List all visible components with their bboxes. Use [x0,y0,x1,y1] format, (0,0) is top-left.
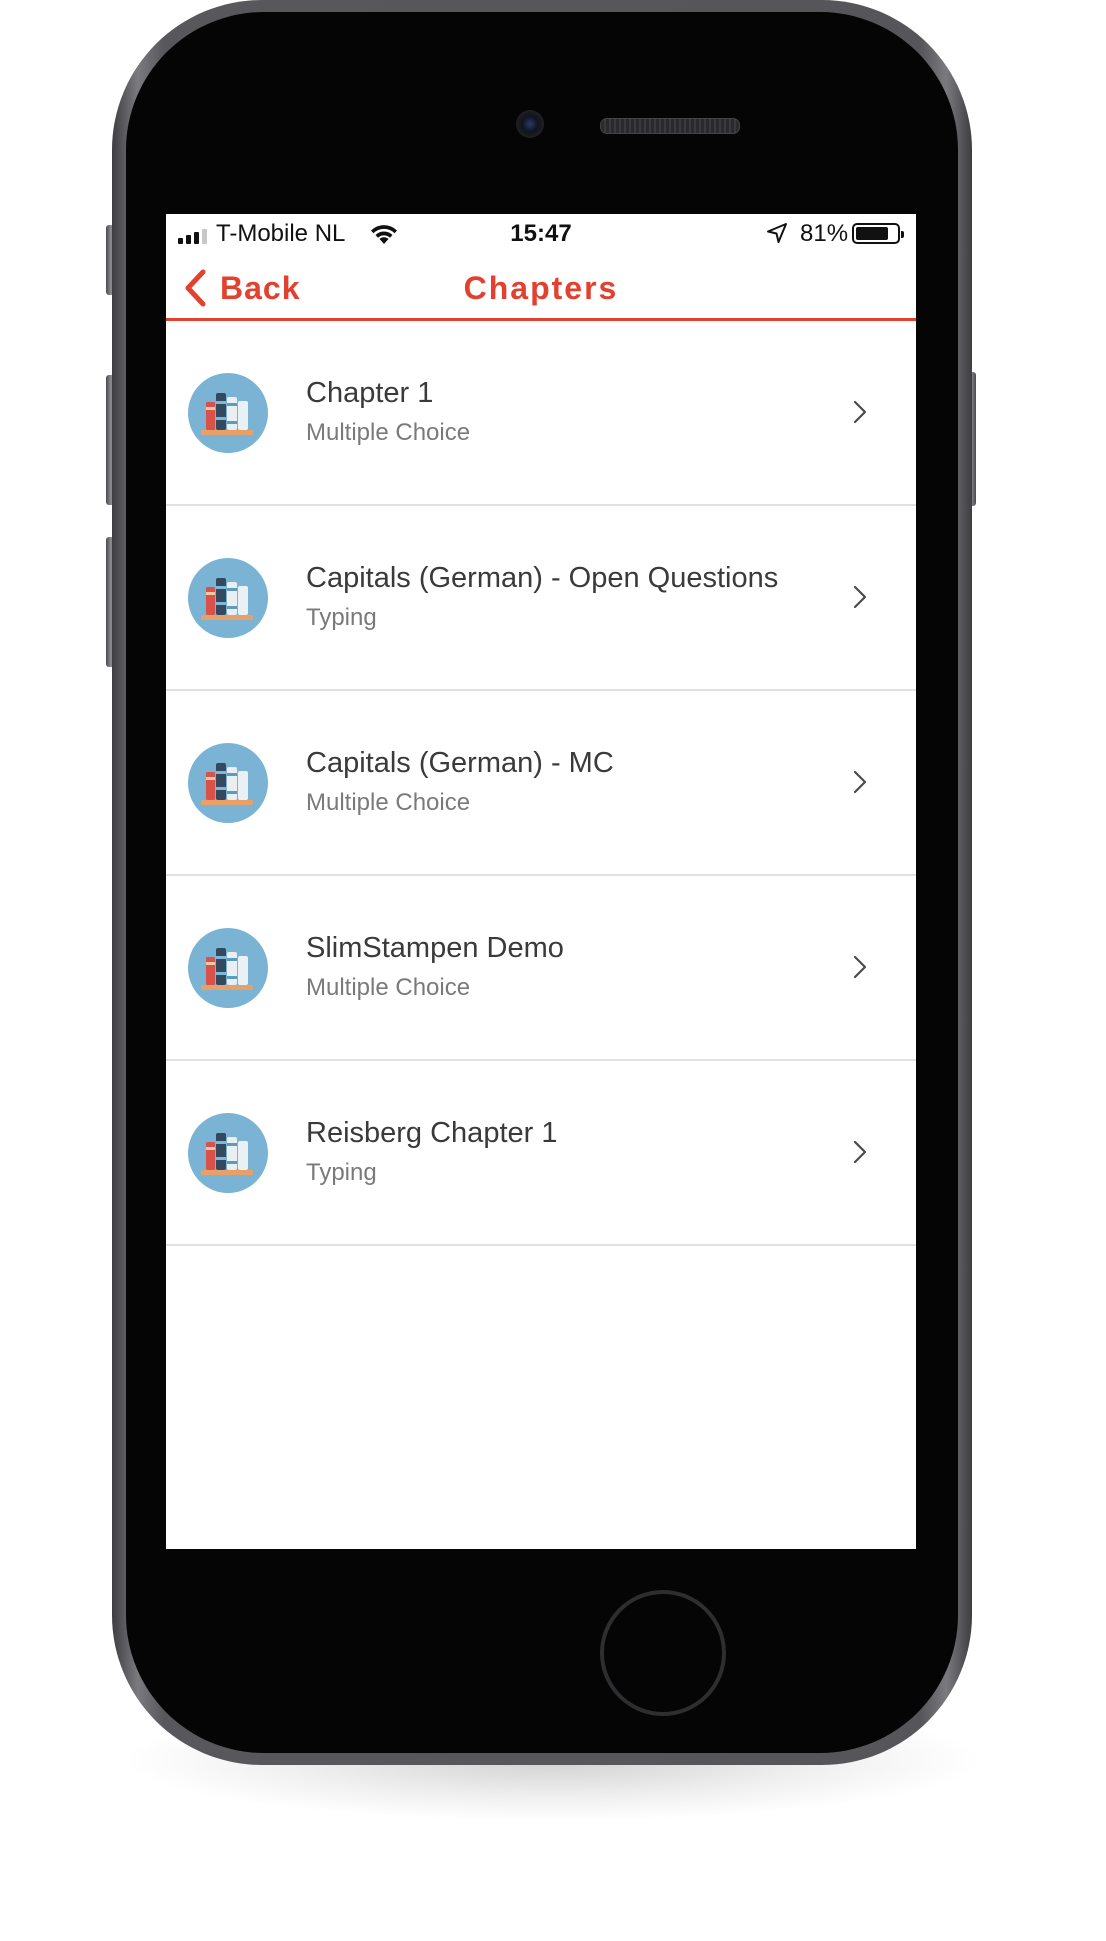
chapter-mode: Multiple Choice [306,789,471,816]
battery-percent: 81% [800,220,849,247]
battery-fill [856,227,888,240]
books-icon [188,1113,268,1193]
location-arrow-icon [767,223,787,243]
chapter-mode: Typing [306,604,377,631]
chapter-row[interactable]: Capitals (German) - Open Questions Typin… [166,506,916,691]
chevron-right-icon [853,770,867,794]
earpiece-speaker [600,118,740,134]
chapter-mode: Multiple Choice [306,419,471,446]
chapter-title: Capitals (German) - Open Questions [306,562,779,594]
status-bar: T-Mobile NL 15:47 81% [166,214,916,254]
home-button[interactable] [600,1590,726,1716]
chapter-row[interactable]: SlimStampen Demo Multiple Choice [166,876,916,1061]
chapter-title: Chapter 1 [306,377,434,409]
page-title: Chapters [463,270,619,306]
battery-icon [852,223,904,244]
books-icon [188,743,268,823]
chapter-row[interactable]: Reisberg Chapter 1 Typing [166,1061,916,1246]
chevron-right-icon [853,400,867,424]
chapter-list: Chapter 1 Multiple Choice Capitals (Germ… [166,321,916,1246]
chapter-title: SlimStampen Demo [306,932,564,964]
chevron-right-icon [853,585,867,609]
battery-nub [901,231,904,238]
chapter-title: Reisberg Chapter 1 [306,1117,558,1149]
navigation-bar: Back Chapters [166,254,916,321]
chapter-row[interactable]: Capitals (German) - MC Multiple Choice [166,691,916,876]
chevron-right-icon [853,955,867,979]
chapter-mode: Multiple Choice [306,974,471,1001]
chapter-title: Capitals (German) - MC [306,747,614,779]
books-icon [188,928,268,1008]
chapter-mode: Typing [306,1159,377,1186]
books-icon [188,373,268,453]
front-camera [516,110,544,138]
chevron-right-icon [853,1140,867,1164]
app-screen: T-Mobile NL 15:47 81% Back Chapters Chap… [166,214,916,1549]
books-icon [188,558,268,638]
chapter-row[interactable]: Chapter 1 Multiple Choice [166,321,916,506]
